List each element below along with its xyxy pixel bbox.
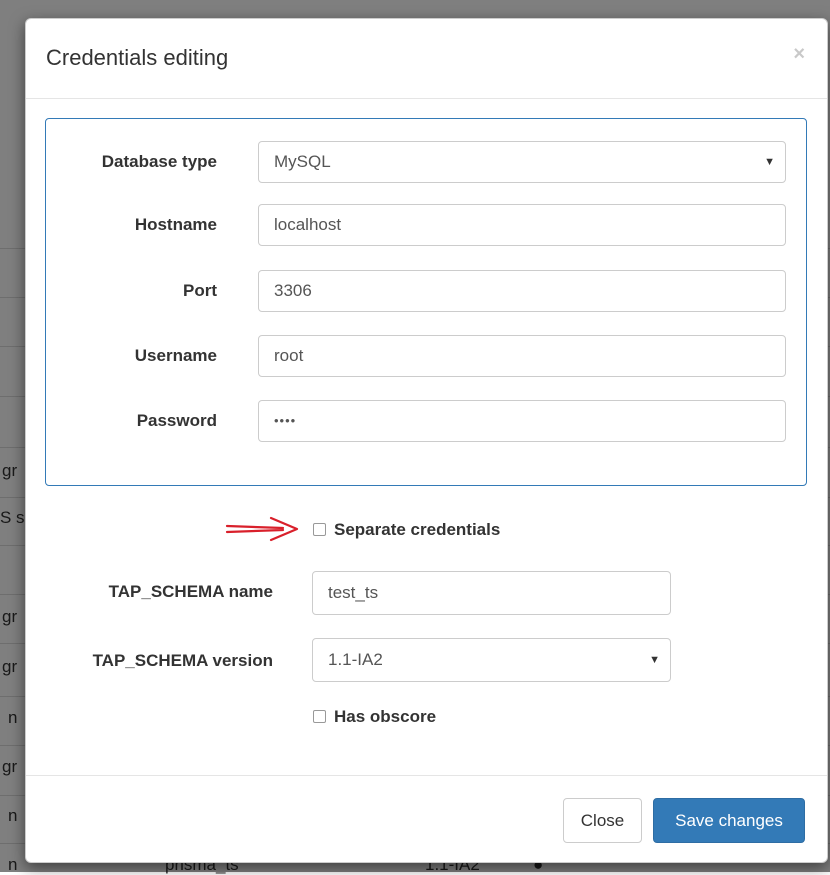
tap-schema-version-label: TAP_SCHEMA version: [92, 651, 273, 670]
caret-down-icon: ▼: [764, 156, 775, 168]
port-input[interactable]: 3306: [258, 270, 786, 312]
modal-title: Credentials editing: [46, 45, 229, 70]
username-label: Username: [134, 346, 217, 365]
modal-header: Credentials editing ×: [26, 19, 827, 99]
has-obscore-checkbox[interactable]: [313, 710, 326, 723]
tap-schema-version-select[interactable]: 1.1-IA2 ▼: [312, 638, 671, 682]
port-label: Port: [183, 281, 217, 300]
credentials-modal: Credentials editing × Database type MySQ…: [25, 18, 828, 863]
hostname-input[interactable]: localhost: [258, 204, 786, 246]
save-changes-button[interactable]: Save changes: [653, 798, 805, 843]
username-row: Username root: [46, 335, 806, 377]
database-type-select[interactable]: MySQL ▼: [258, 141, 786, 183]
username-input[interactable]: root: [258, 335, 786, 377]
close-icon[interactable]: ×: [793, 43, 805, 66]
database-type-row: Database type MySQL ▼: [46, 141, 806, 183]
tap-schema-name-input[interactable]: test_ts: [312, 571, 671, 615]
tap-schema-version-value: 1.1-IA2: [328, 650, 383, 669]
has-obscore-checkbox-row[interactable]: Has obscore: [313, 705, 436, 729]
red-arrow-icon: [225, 516, 299, 542]
has-obscore-label: Has obscore: [334, 707, 437, 726]
separate-credentials-checkbox-row[interactable]: Separate credentials: [313, 518, 500, 542]
hostname-label: Hostname: [134, 215, 217, 234]
database-type-label: Database type: [101, 152, 217, 171]
password-input[interactable]: ••••: [258, 400, 786, 442]
separate-credentials-label: Separate credentials: [334, 520, 501, 539]
tap-schema-name-label: TAP_SCHEMA name: [108, 582, 273, 601]
separate-credentials-checkbox[interactable]: [313, 523, 326, 536]
port-row: Port 3306: [46, 270, 806, 312]
password-row: Password ••••: [46, 400, 806, 442]
modal-footer: Close Save changes: [26, 775, 827, 864]
password-label: Password: [136, 411, 217, 430]
close-button[interactable]: Close: [563, 798, 642, 843]
credentials-panel: Database type MySQL ▼ Hostname localhost…: [45, 118, 807, 486]
hostname-row: Hostname localhost: [46, 204, 806, 246]
caret-down-icon: ▼: [649, 654, 660, 666]
database-type-value: MySQL: [274, 152, 331, 171]
